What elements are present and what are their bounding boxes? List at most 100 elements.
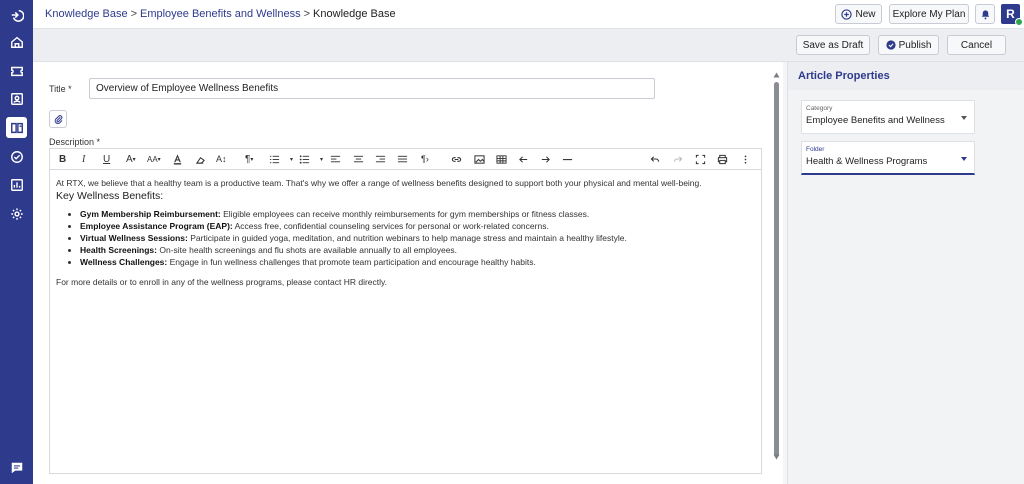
- bullet-list-button[interactable]: ▾: [299, 152, 323, 166]
- insert-link-button[interactable]: [451, 152, 462, 166]
- more-options-button[interactable]: [740, 152, 751, 166]
- line-height-button[interactable]: A↕: [216, 152, 227, 166]
- category-select[interactable]: Category Employee Benefits and Wellness: [801, 100, 975, 134]
- list-item: Virtual Wellness Sessions: Participate i…: [80, 232, 755, 244]
- outdent-button[interactable]: [518, 152, 529, 166]
- category-label: Category: [806, 105, 833, 112]
- bold-button[interactable]: B: [59, 152, 66, 166]
- pilcrow-icon: ¶›: [421, 154, 429, 164]
- title-label: Title *: [49, 84, 72, 94]
- print-icon: [717, 154, 728, 164]
- avatar-initial: R: [1006, 7, 1015, 21]
- bullet-list-icon: [299, 154, 310, 164]
- chat-icon[interactable]: [6, 457, 27, 478]
- tasks-check-icon[interactable]: [6, 146, 27, 167]
- chevron-down-icon: ▾: [250, 156, 254, 163]
- table-icon: [496, 154, 507, 164]
- attach-file-button[interactable]: [49, 110, 67, 128]
- knowledge-base-icon[interactable]: [6, 117, 27, 138]
- paragraph-marks-button[interactable]: ¶›: [421, 152, 429, 166]
- breadcrumb-current: Knowledge Base: [313, 8, 396, 20]
- title-input[interactable]: Overview of Employee Wellness Benefits: [89, 78, 655, 99]
- ordered-list-button[interactable]: ▾: [269, 152, 293, 166]
- avatar[interactable]: R: [1001, 4, 1023, 26]
- scroll-up-arrow-icon[interactable]: [773, 72, 780, 78]
- benefit-name: Gym Membership Reimbursement:: [80, 209, 221, 219]
- redo-icon: [673, 155, 683, 162]
- check-circle-icon: [886, 40, 896, 50]
- breadcrumb: Knowledge Base > Employee Benefits and Wel…: [45, 8, 396, 20]
- align-justify-icon: [397, 155, 408, 162]
- list-item: Health Screenings: On-site health screen…: [80, 244, 755, 256]
- highlight-button[interactable]: [172, 152, 183, 166]
- more-vertical-icon: [744, 154, 747, 164]
- text-color-icon: [173, 153, 182, 165]
- chevron-down-icon: ▾: [320, 156, 324, 163]
- italic-button[interactable]: I: [82, 152, 85, 166]
- align-right-button[interactable]: [375, 152, 386, 166]
- benefit-text: Access free, confidential counseling ser…: [232, 221, 549, 231]
- scrollbar-thumb[interactable]: [774, 82, 779, 457]
- insert-table-button[interactable]: [496, 152, 507, 166]
- explore-my-plan-button[interactable]: Explore My Plan: [889, 4, 969, 24]
- arrow-right-icon: [541, 155, 550, 163]
- chevron-down-icon: ▾: [157, 156, 161, 163]
- align-center-button[interactable]: [353, 152, 364, 166]
- link-icon: [451, 156, 462, 162]
- chevron-down-icon: ▾: [132, 156, 136, 163]
- top-header: Knowledge Base > Employee Benefits and Wel…: [33, 0, 1024, 29]
- align-justify-button[interactable]: [397, 152, 408, 166]
- online-status-dot: [1015, 18, 1023, 26]
- fullscreen-icon: [695, 154, 706, 164]
- settings-gear-icon[interactable]: [6, 203, 27, 224]
- horizontal-rule-button[interactable]: [562, 152, 573, 166]
- paragraph-format-button[interactable]: ¶ ▾: [245, 152, 253, 166]
- underline-button[interactable]: U: [103, 152, 110, 166]
- notifications-button[interactable]: [975, 4, 995, 24]
- editor-scrollbar[interactable]: [773, 72, 780, 460]
- chevron-down-icon: [961, 116, 967, 120]
- align-left-button[interactable]: [330, 152, 341, 166]
- undo-icon: [650, 155, 660, 162]
- contact-card-icon[interactable]: [6, 88, 27, 109]
- benefit-name: Employee Assistance Program (EAP):: [80, 221, 233, 231]
- print-button[interactable]: [717, 152, 728, 166]
- paperclip-icon: [54, 114, 62, 124]
- cancel-label: Cancel: [960, 39, 993, 51]
- save-as-draft-button[interactable]: Save as Draft: [796, 35, 870, 55]
- left-nav-rail: [0, 0, 33, 484]
- reports-chart-icon[interactable]: [6, 174, 27, 195]
- list-item: Employee Assistance Program (EAP): Acces…: [80, 220, 755, 232]
- redo-button[interactable]: [672, 152, 683, 166]
- undo-button[interactable]: [650, 152, 661, 166]
- ticket-icon[interactable]: [6, 60, 27, 81]
- folder-value: Health & Wellness Programs: [806, 156, 928, 167]
- font-color-label: A: [126, 153, 133, 165]
- benefit-text: Engage in fun wellness challenges that p…: [167, 257, 536, 267]
- breadcrumb-employee-benefits[interactable]: Employee Benefits and Wellness: [140, 8, 301, 20]
- new-button[interactable]: New: [835, 4, 882, 24]
- insert-image-button[interactable]: [474, 152, 485, 166]
- publish-button[interactable]: Publish: [878, 35, 939, 55]
- indent-button[interactable]: [540, 152, 551, 166]
- folder-select[interactable]: Folder Health & Wellness Programs: [801, 141, 975, 175]
- plus-circle-icon: [841, 8, 853, 20]
- clear-format-button[interactable]: [195, 152, 206, 166]
- align-right-icon: [375, 155, 386, 162]
- breadcrumb-knowledge-base[interactable]: Knowledge Base: [45, 8, 128, 20]
- list-item: Wellness Challenges: Engage in fun welln…: [80, 256, 755, 268]
- scroll-down-arrow-icon[interactable]: [773, 454, 780, 460]
- description-editor[interactable]: At RTX, we believe that a healthy team i…: [49, 169, 762, 474]
- article-heading: Key Wellness Benefits:: [56, 190, 164, 202]
- font-color-button[interactable]: A ▾: [126, 152, 136, 166]
- bell-icon: [981, 9, 989, 19]
- font-size-button[interactable]: AA ▾: [147, 152, 161, 166]
- home-icon[interactable]: [6, 31, 27, 52]
- fullscreen-button[interactable]: [695, 152, 706, 166]
- cancel-button[interactable]: Cancel: [947, 35, 1006, 55]
- logout-icon[interactable]: [6, 4, 27, 25]
- breadcrumb-separator: >: [130, 8, 137, 20]
- category-value: Employee Benefits and Wellness: [806, 115, 945, 126]
- benefit-text: Participate in guided yoga, meditation, …: [187, 233, 627, 243]
- benefit-name: Health Screenings:: [80, 245, 157, 255]
